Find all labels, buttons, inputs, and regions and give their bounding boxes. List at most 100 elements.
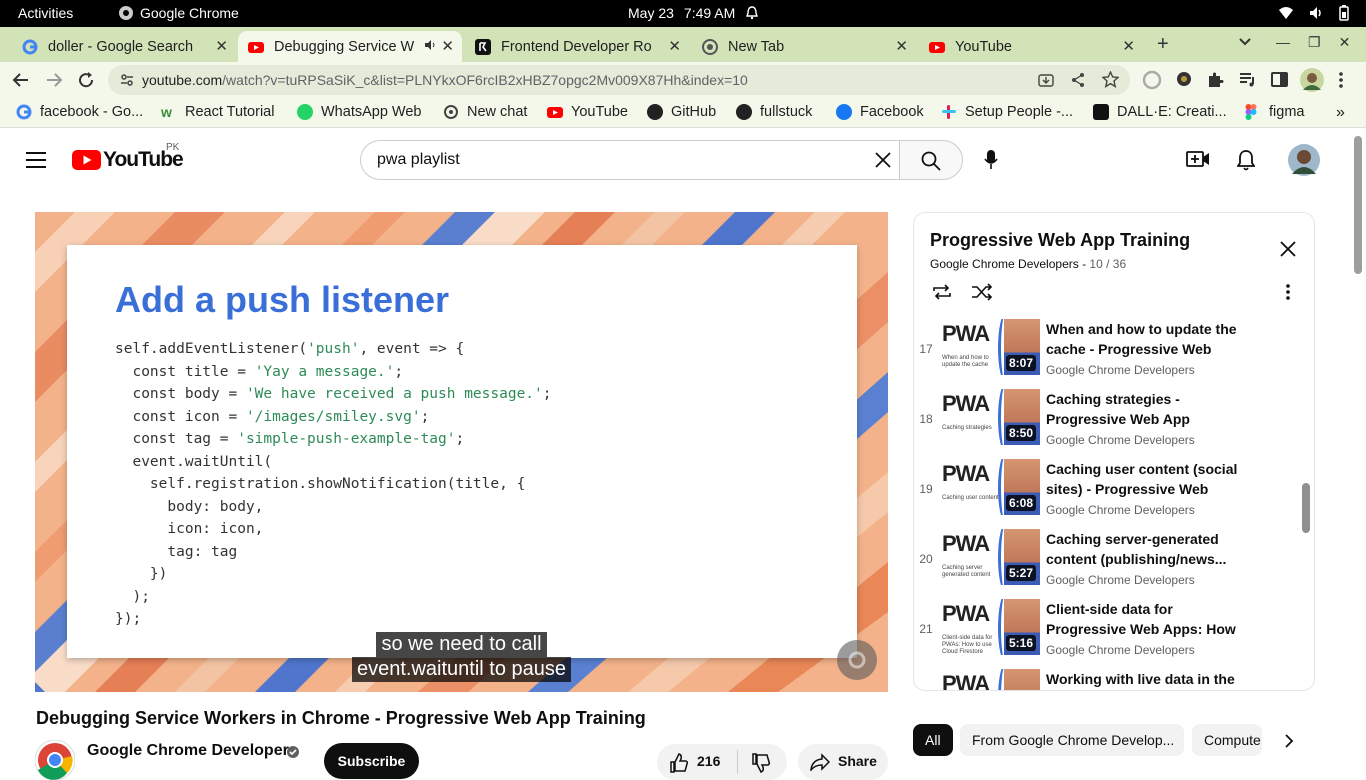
openai-icon (443, 104, 459, 120)
bookmark-label: figma (1269, 104, 1305, 120)
search-button[interactable] (899, 140, 963, 180)
facebook-icon (836, 104, 852, 120)
search-input[interactable]: pwa playlist (360, 140, 900, 180)
bookmark-figma[interactable]: figma (1245, 104, 1304, 120)
code-string: 'We have received a push message.' (245, 386, 543, 402)
region-code: PK (166, 142, 180, 153)
pwa-logo: PWA (942, 531, 990, 556)
minimize-icon[interactable]: — (1276, 34, 1290, 51)
bookmark-facebook[interactable]: Facebook (836, 104, 924, 120)
bookmark-new-chat[interactable]: New chat (443, 104, 527, 120)
loop-icon[interactable] (931, 283, 953, 301)
playlist-scrollbar[interactable] (1302, 483, 1310, 533)
extension-dark-icon[interactable] (1176, 71, 1192, 87)
playlist-more-vert-icon[interactable] (1285, 283, 1291, 301)
share-button[interactable]: Share (798, 744, 888, 780)
tab-youtube[interactable]: YouTube ✕ (919, 31, 1143, 62)
thumbnail-caption: Caching server generated content (942, 565, 991, 578)
share-icon[interactable] (1070, 72, 1086, 88)
url-host: youtube.com (142, 72, 223, 88)
playlist-item[interactable]: PWA Working with live data in the (914, 669, 1314, 690)
channel-name[interactable]: Google Chrome Developers (87, 742, 298, 760)
account-avatar[interactable] (1288, 144, 1320, 176)
code-line: ); (115, 586, 552, 609)
code-text: const tag = (115, 431, 238, 447)
bookmarks-overflow-icon[interactable]: » (1336, 104, 1345, 122)
activities-button[interactable]: Activities (18, 5, 73, 21)
app-menu[interactable]: Google Chrome (118, 5, 239, 21)
close-icon[interactable]: ✕ (1122, 37, 1135, 55)
page-scrollbar[interactable] (1354, 136, 1362, 274)
bookmark-react-tutorial[interactable]: w React Tutorial (161, 104, 274, 120)
channel-avatar[interactable] (35, 740, 75, 780)
close-icon[interactable]: ✕ (215, 37, 228, 55)
close-icon[interactable]: ✕ (895, 37, 908, 55)
verified-check-icon (286, 745, 300, 759)
playlist-item[interactable]: 19 PWA Caching user content 6:08 Caching use… (914, 459, 1314, 529)
playlist-item[interactable]: 17 PWA When and how to update the cache 8:0… (914, 319, 1314, 389)
playlist-item[interactable]: 21 PWA Client-side data for PWAs: How to u… (914, 599, 1314, 669)
address-bar[interactable]: youtube.com/watch?v=tuRPSaSiK_c&list=PLN… (108, 65, 1130, 95)
tab-debugging-service-workers[interactable]: Debugging Service W ✕ (238, 31, 462, 62)
video-thumbnail: PWA Caching user content 6:08 (940, 459, 1040, 515)
media-queue-icon[interactable] (1239, 71, 1256, 88)
microphone-icon[interactable] (984, 150, 998, 170)
create-video-icon[interactable] (1186, 150, 1210, 168)
close-playlist-icon[interactable] (1280, 241, 1296, 257)
close-icon[interactable]: ✕ (441, 37, 454, 55)
playlist-title[interactable]: Progressive Web App Training (930, 230, 1190, 251)
video-player[interactable]: Add a push listener self.addEventListene… (35, 212, 888, 692)
bookmark-label: WhatsApp Web (321, 104, 422, 120)
new-tab-plus-icon[interactable]: + (1157, 33, 1169, 56)
system-tray[interactable] (1278, 5, 1350, 21)
dislike-thumb-icon[interactable] (751, 753, 771, 773)
bookmark-facebook-google[interactable]: facebook - Go... (16, 104, 143, 120)
restore-icon[interactable]: ❐ (1308, 34, 1321, 51)
install-app-icon[interactable] (1038, 72, 1054, 88)
subscribe-button[interactable]: Subscribe (324, 743, 419, 779)
profile-avatar[interactable] (1300, 68, 1324, 92)
close-icon[interactable]: ✕ (668, 37, 681, 55)
more-vert-icon[interactable] (1338, 71, 1344, 89)
youtube-icon (248, 39, 264, 55)
shuffle-icon[interactable] (971, 283, 993, 301)
extensions-puzzle-icon[interactable] (1207, 71, 1224, 88)
hamburger-menu-icon[interactable] (26, 152, 46, 168)
tab-google-search[interactable]: doller - Google Search ✕ (12, 31, 236, 62)
chips-next-chevron-icon[interactable] (1284, 733, 1294, 749)
reload-icon[interactable] (77, 71, 95, 89)
bookmark-star-icon[interactable] (1102, 71, 1119, 88)
bookmark-whatsapp[interactable]: WhatsApp Web (297, 104, 421, 120)
tab-new-tab[interactable]: New Tab ✕ (692, 31, 916, 62)
forward-arrow-icon[interactable] (45, 71, 63, 89)
playlist-item[interactable]: 20 PWA Caching server generated content 5:2… (914, 529, 1314, 599)
playlist-channel[interactable]: Google Chrome Developers (930, 257, 1079, 271)
channel-watermark-icon[interactable] (837, 640, 877, 680)
site-info-icon[interactable] (120, 73, 134, 87)
tab-frontend-roadmap[interactable]: Frontend Developer Ro ✕ (465, 31, 689, 62)
chip-from-channel[interactable]: From Google Chrome Develop... (960, 724, 1184, 756)
tab-search-chevron-down-icon[interactable] (1238, 37, 1252, 47)
chip-all[interactable]: All (913, 724, 953, 756)
bookmark-fullstuck[interactable]: fullstuck (736, 104, 812, 120)
youtube-logo[interactable]: YouTube PK (72, 142, 184, 172)
back-arrow-icon[interactable] (12, 71, 30, 89)
side-panel-icon[interactable] (1271, 71, 1288, 88)
tab-title: New Tab (728, 38, 785, 55)
playlist-item[interactable]: 18 PWA Caching strategies 8:50 Caching strat… (914, 389, 1314, 459)
notifications-bell-icon[interactable] (1237, 149, 1255, 171)
clock[interactable]: May 23 7:49 AM (628, 5, 759, 21)
duration-badge: 8:07 (1005, 355, 1036, 371)
chip-computers[interactable]: Compute (1192, 724, 1262, 756)
audio-playing-icon[interactable] (424, 38, 436, 52)
bookmark-setup-people[interactable]: Setup People -... (941, 104, 1073, 120)
close-window-icon[interactable]: ✕ (1339, 34, 1351, 51)
item-channel: Google Chrome Developers (1046, 643, 1195, 657)
bookmark-dalle[interactable]: DALL·E: Creati... (1093, 104, 1227, 120)
like-thumb-icon[interactable] (669, 753, 689, 773)
clear-search-icon[interactable] (874, 151, 892, 169)
bookmark-youtube[interactable]: YouTube (547, 104, 628, 120)
bookmark-github[interactable]: GitHub (647, 104, 716, 120)
caption-line: so we need to call (376, 632, 547, 657)
divider (737, 750, 738, 774)
